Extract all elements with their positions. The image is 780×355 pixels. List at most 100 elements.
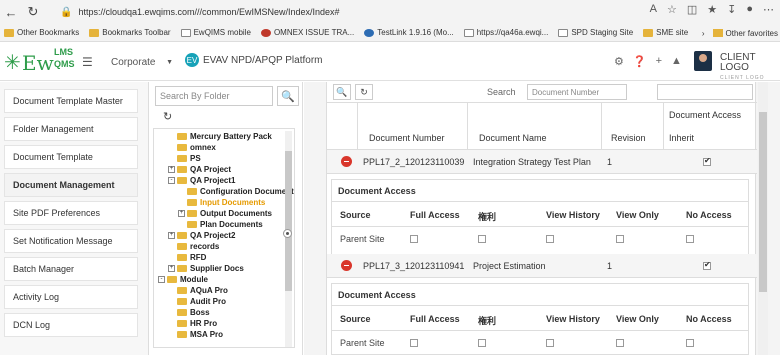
menu-icon[interactable]: ☰ [82,55,93,69]
rights-checkbox[interactable] [478,235,486,243]
expand-icon[interactable]: + [168,265,175,272]
inherit-checkbox[interactable] [703,156,711,166]
read-aloud-icon[interactable]: A [650,3,657,16]
bookmark-other-bookmarks[interactable]: Other Bookmarks [4,28,79,37]
tree-scrollbar[interactable] [285,131,292,347]
tree-node[interactable]: + QA Project2 [168,230,236,241]
add-icon[interactable]: + [656,55,662,68]
tree-node[interactable]: + Supplier Docs [168,263,244,274]
folder-search-input[interactable]: Search By Folder [155,86,273,106]
tree-scroll-indicator[interactable] [283,229,292,238]
tree-node[interactable]: Input Documents [178,197,265,208]
no-access-checkbox[interactable] [686,339,694,347]
col-inherit[interactable]: Inherit [669,133,694,143]
tree-node[interactable]: records [168,241,219,252]
bookmark-other-favorites[interactable]: › Other favorites [702,24,778,41]
tree-node[interactable]: PS [168,153,201,164]
expand-icon[interactable]: + [168,166,175,173]
tree-node-label: PS [190,154,201,163]
back-icon[interactable]: ← [0,1,22,23]
table-row[interactable]: PPL17_2_120123110039 Integration Strateg… [327,150,757,174]
no-access-checkbox[interactable] [686,235,694,243]
tree-node-label: AQuA Pro [190,286,228,295]
bookmark-testlink[interactable]: TestLink 1.9.16 (Mo... [364,28,454,37]
avatar[interactable] [694,51,712,71]
refresh-icon[interactable]: ↻ [163,110,172,123]
bookmark-omnex-issue[interactable]: OMNEX ISSUE TRA... [260,28,354,37]
col-document-name[interactable]: Document Name [479,133,547,143]
collapse-icon[interactable] [341,260,352,271]
table-row[interactable]: PPL17_3_120123110941 Project Estimation … [327,254,757,278]
tree-node[interactable]: + Output Documents [178,208,272,219]
tree-node[interactable]: RFD [168,252,206,263]
profile-icon[interactable]: ● [746,3,753,16]
sidebar-item-document-template-master[interactable]: Document Template Master [4,89,138,113]
download-icon[interactable]: ↧ [727,3,736,16]
tree-scrollbar-thumb[interactable] [285,151,292,291]
col-document-number[interactable]: Document Number [369,133,445,143]
tree-node[interactable]: Plan Documents [178,219,263,230]
col-revision[interactable]: Revision [611,133,646,143]
full-access-checkbox[interactable] [410,339,418,347]
bookmark-spd-staging[interactable]: SPD Staging Site [558,28,633,37]
collapse-icon[interactable]: - [168,177,175,184]
bookmark-bookmarks-toolbar[interactable]: Bookmarks Toolbar [89,28,171,37]
tree-node[interactable]: - QA Project1 [168,175,236,186]
platform-switcher[interactable]: EV EVAV NPD/APQP Platform [185,53,322,67]
full-access-checkbox[interactable] [410,235,418,243]
bookmark-qa46a[interactable]: https://qa46a.ewqi... [463,28,548,37]
more-icon[interactable]: ⋯ [763,3,774,16]
grid-header: Document Number Document Name Revision D… [327,102,757,151]
tree-node[interactable]: Audit Pro [168,296,226,307]
tree-node[interactable]: omnex [168,142,216,153]
collapse-icon[interactable]: - [158,276,165,283]
document-revision: 1 [607,157,613,167]
sidebar-item-folder-management[interactable]: Folder Management [4,117,138,141]
split-icon[interactable]: ◫ [687,3,697,16]
sidebar-item-site-pdf-preferences[interactable]: Site PDF Preferences [4,201,138,225]
bookmark-sme-site[interactable]: SME site [643,28,688,37]
sidebar-item-batch-manager[interactable]: Batch Manager [4,257,138,281]
bookmark-ewqims-mobile[interactable]: EwQIMS mobile [180,28,251,37]
expand-icon[interactable]: + [178,210,185,217]
tree-node[interactable]: - Module [158,274,208,285]
sidebar-item-document-template[interactable]: Document Template [4,145,138,169]
rights-checkbox[interactable] [478,339,486,347]
inherit-checkbox[interactable] [703,260,711,270]
collapse-icon[interactable] [341,156,352,167]
tree-node[interactable]: Configuration Document [178,186,294,197]
expand-icon[interactable]: + [168,232,175,239]
notification-icon[interactable]: ▲ [671,55,682,68]
tree-node[interactable]: Mercury Battery Pack [168,131,272,142]
tree-node[interactable]: HR Pro [168,318,217,329]
sidebar-item-dcn-log[interactable]: DCN Log [4,313,138,337]
main-scrollbar[interactable] [758,82,768,355]
collections-icon[interactable]: ★ [707,3,717,16]
search-icon[interactable]: 🔍 [277,86,299,106]
tree-node[interactable]: + QA Project [168,164,231,175]
view-only-checkbox[interactable] [616,235,624,243]
favorite-icon[interactable]: ☆ [667,3,677,16]
ewqms-logo[interactable]: ✳ Ew LMS QMS [4,47,75,77]
search-value-input[interactable] [657,84,753,100]
address-bar[interactable]: 🔒 https://cloudqa1.ewqims.com///common/E… [60,3,700,21]
view-history-checkbox[interactable] [546,339,554,347]
grid-refresh-icon[interactable]: ↻ [355,84,373,100]
reload-icon[interactable]: ↻ [22,1,44,23]
main-scrollbar-thumb[interactable] [759,112,767,292]
sidebar-item-activity-log[interactable]: Activity Log [4,285,138,309]
settings-icon[interactable]: ⚙ [614,55,624,68]
corporate-select[interactable]: Corporate ▼ [107,53,177,71]
access-col-view-only: View Only [616,210,659,220]
search-field-select[interactable]: Document Number [527,84,627,100]
help-icon[interactable]: ❓ [633,55,647,68]
tree-node[interactable]: AQuA Pro [168,285,228,296]
sidebar-item-document-management[interactable]: Document Management [4,173,138,197]
view-only-checkbox[interactable] [616,339,624,347]
tree-node[interactable]: MSA Pro [168,329,223,340]
tree-node[interactable]: Boss [168,307,210,318]
folder-icon [177,287,187,294]
sidebar-item-set-notification-message[interactable]: Set Notification Message [4,229,138,253]
view-history-checkbox[interactable] [546,235,554,243]
search-toggle-icon[interactable]: 🔍 [333,84,351,100]
